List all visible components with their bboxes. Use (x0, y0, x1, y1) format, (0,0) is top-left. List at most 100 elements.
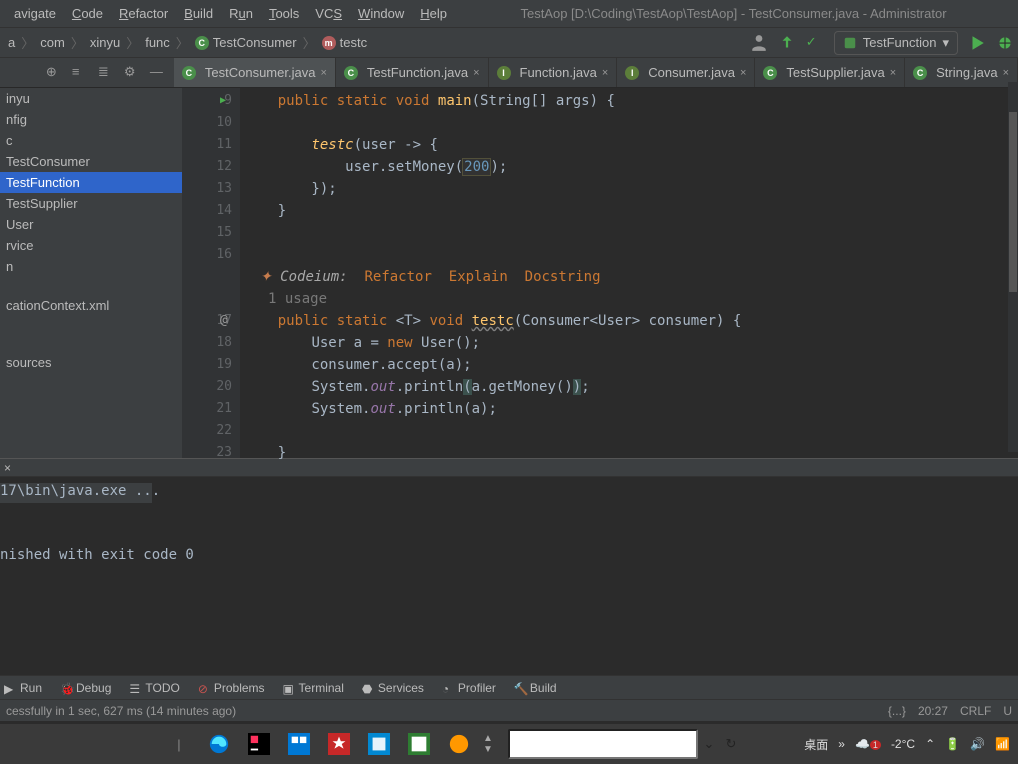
tree-item[interactable]: nfig (0, 109, 182, 130)
close-icon[interactable]: × (1003, 67, 1009, 79)
menu-window[interactable]: Window (350, 2, 412, 25)
scrollbar-thumb[interactable] (1009, 112, 1017, 292)
tw-debug[interactable]: 🐞Debug (60, 681, 111, 695)
tw-build[interactable]: 🔨Build (514, 681, 557, 695)
tb-refresh[interactable]: ↻ (720, 728, 742, 760)
tb-app3[interactable] (280, 728, 318, 760)
status-line-ending[interactable]: CRLF (960, 704, 991, 718)
build-icon: 🔨 (514, 682, 526, 694)
code-area[interactable]: public static void main(String[] args) {… (240, 88, 1018, 458)
crumb-class[interactable]: CTestConsumer (191, 33, 301, 52)
menu-bar: avigate Code Refactor Build Run Tools VC… (0, 0, 1018, 28)
tree-item[interactable]: c (0, 130, 182, 151)
menu-help[interactable]: Help (412, 2, 455, 25)
locate-icon[interactable]: ⊕ (46, 64, 64, 82)
close-icon[interactable]: × (602, 67, 608, 79)
tw-todo[interactable]: ☰TODO (129, 681, 179, 695)
tb-temperature[interactable]: -2°C (891, 737, 915, 751)
tb-divider: | (160, 728, 198, 760)
close-icon[interactable]: × (890, 67, 896, 79)
tab-function[interactable]: IFunction.java× (489, 58, 618, 87)
editor[interactable]: 9 10 11 12 13 14 15 16 @17 18 19 20 21 2… (182, 88, 1018, 458)
vcs-commit-icon[interactable]: ✓ (806, 34, 824, 52)
menu-build[interactable]: Build (176, 2, 221, 25)
menu-tools[interactable]: Tools (261, 2, 307, 25)
tree-item[interactable]: sources (0, 352, 182, 373)
tree-item[interactable]: cationContext.xml (0, 295, 182, 316)
close-icon[interactable]: × (320, 67, 326, 79)
crumb-com[interactable]: com (36, 33, 69, 52)
debug-button[interactable] (996, 34, 1014, 52)
crumb-xinyu[interactable]: xinyu (86, 33, 124, 52)
terminal-icon: ▣ (283, 682, 295, 694)
crumb-a[interactable]: a (4, 33, 19, 52)
tab-testfunction[interactable]: CTestFunction.java× (336, 58, 489, 87)
tab-testsupplier[interactable]: CTestSupplier.java× (755, 58, 905, 87)
tw-terminal[interactable]: ▣Terminal (283, 681, 344, 695)
collapse-icon[interactable]: ≣ (98, 64, 116, 82)
tb-app7[interactable] (440, 728, 478, 760)
project-toolbar: ⊕ ≡ ≣ ⚙ — (0, 64, 174, 82)
console-output[interactable]: 17\bin\java.exe ... nished with exit cod… (0, 477, 1018, 675)
vcs-update-icon[interactable] (778, 34, 796, 52)
tb-intellij[interactable] (240, 728, 278, 760)
menu-vcs[interactable]: VCS (307, 2, 350, 25)
nav-bar: a〉 com〉 xinyu〉 func〉 CTestConsumer〉 mtes… (0, 28, 1018, 58)
tb-battery-icon[interactable]: 🔋 (945, 737, 960, 751)
console-close-icon[interactable]: × (0, 461, 15, 475)
tb-scroll-up[interactable]: ▲▼ (480, 728, 496, 760)
tb-weather-icon[interactable]: ☁️1 (855, 737, 881, 751)
menu-run[interactable]: Run (221, 2, 261, 25)
expand-icon[interactable]: ≡ (72, 64, 90, 82)
taskbar-search[interactable] (508, 729, 698, 759)
usage-hint[interactable]: 1 usage (240, 288, 1018, 310)
close-icon[interactable]: × (473, 67, 479, 79)
tree-item[interactable]: n (0, 256, 182, 277)
tb-desktop-label[interactable]: 桌面 (804, 736, 828, 753)
services-icon: ⬣ (362, 682, 374, 694)
tb-wifi-icon[interactable]: 📶 (995, 737, 1010, 751)
run-config-selector[interactable]: TestFunction ▾ (834, 31, 958, 55)
tree-item-selected[interactable]: TestFunction (0, 172, 182, 193)
menu-code[interactable]: Code (64, 2, 111, 25)
tw-profiler[interactable]: ◔Profiler (442, 681, 496, 695)
run-gutter-icon[interactable]: 9 (182, 90, 240, 112)
tree-item[interactable]: User (0, 214, 182, 235)
tb-more-icon[interactable]: » (838, 737, 845, 751)
project-tree[interactable]: inyu nfig c TestConsumer TestFunction Te… (0, 88, 182, 458)
editor-scrollbar[interactable] (1008, 82, 1018, 452)
run-config-label: TestFunction (863, 35, 937, 50)
hide-icon[interactable]: — (150, 64, 168, 82)
close-icon[interactable]: × (740, 67, 746, 79)
tb-app6[interactable] (400, 728, 438, 760)
crumb-func[interactable]: func (141, 33, 174, 52)
codeium-hints[interactable]: ✦ Codeium: Refactor Explain Docstring (240, 266, 1018, 288)
tree-item[interactable]: TestSupplier (0, 193, 182, 214)
run-button[interactable] (968, 34, 986, 52)
tb-app5[interactable] (360, 728, 398, 760)
menu-refactor[interactable]: Refactor (111, 2, 176, 25)
tb-app4[interactable] (320, 728, 358, 760)
tree-item[interactable]: inyu (0, 88, 182, 109)
tw-run[interactable]: ▶Run (4, 681, 42, 695)
tab-testconsumer[interactable]: CTestConsumer.java× (174, 58, 336, 87)
editor-tabs: CTestConsumer.java× CTestFunction.java× … (174, 58, 1018, 87)
status-position[interactable]: 20:27 (918, 704, 948, 718)
tb-search-dropdown[interactable]: ⌄ (698, 728, 720, 760)
settings-icon[interactable]: ⚙ (124, 64, 142, 82)
tb-edge[interactable] (200, 728, 238, 760)
crumb-method[interactable]: mtestc (318, 33, 371, 52)
tree-item[interactable]: rvice (0, 235, 182, 256)
status-braces[interactable]: {...} (888, 704, 906, 718)
run-config-icon (843, 36, 857, 50)
tree-item[interactable]: TestConsumer (0, 151, 182, 172)
tw-services[interactable]: ⬣Services (362, 681, 424, 695)
tab-string[interactable]: CString.java× (905, 58, 1018, 87)
tb-tray-up-icon[interactable]: ⌃ (925, 737, 935, 751)
tw-problems[interactable]: ⊘Problems (198, 681, 265, 695)
menu-navigate[interactable]: avigate (6, 2, 64, 25)
tab-consumer[interactable]: IConsumer.java× (617, 58, 755, 87)
tb-volume-icon[interactable]: 🔊 (970, 737, 985, 751)
status-encoding[interactable]: U (1003, 704, 1012, 718)
users-icon[interactable] (750, 34, 768, 52)
